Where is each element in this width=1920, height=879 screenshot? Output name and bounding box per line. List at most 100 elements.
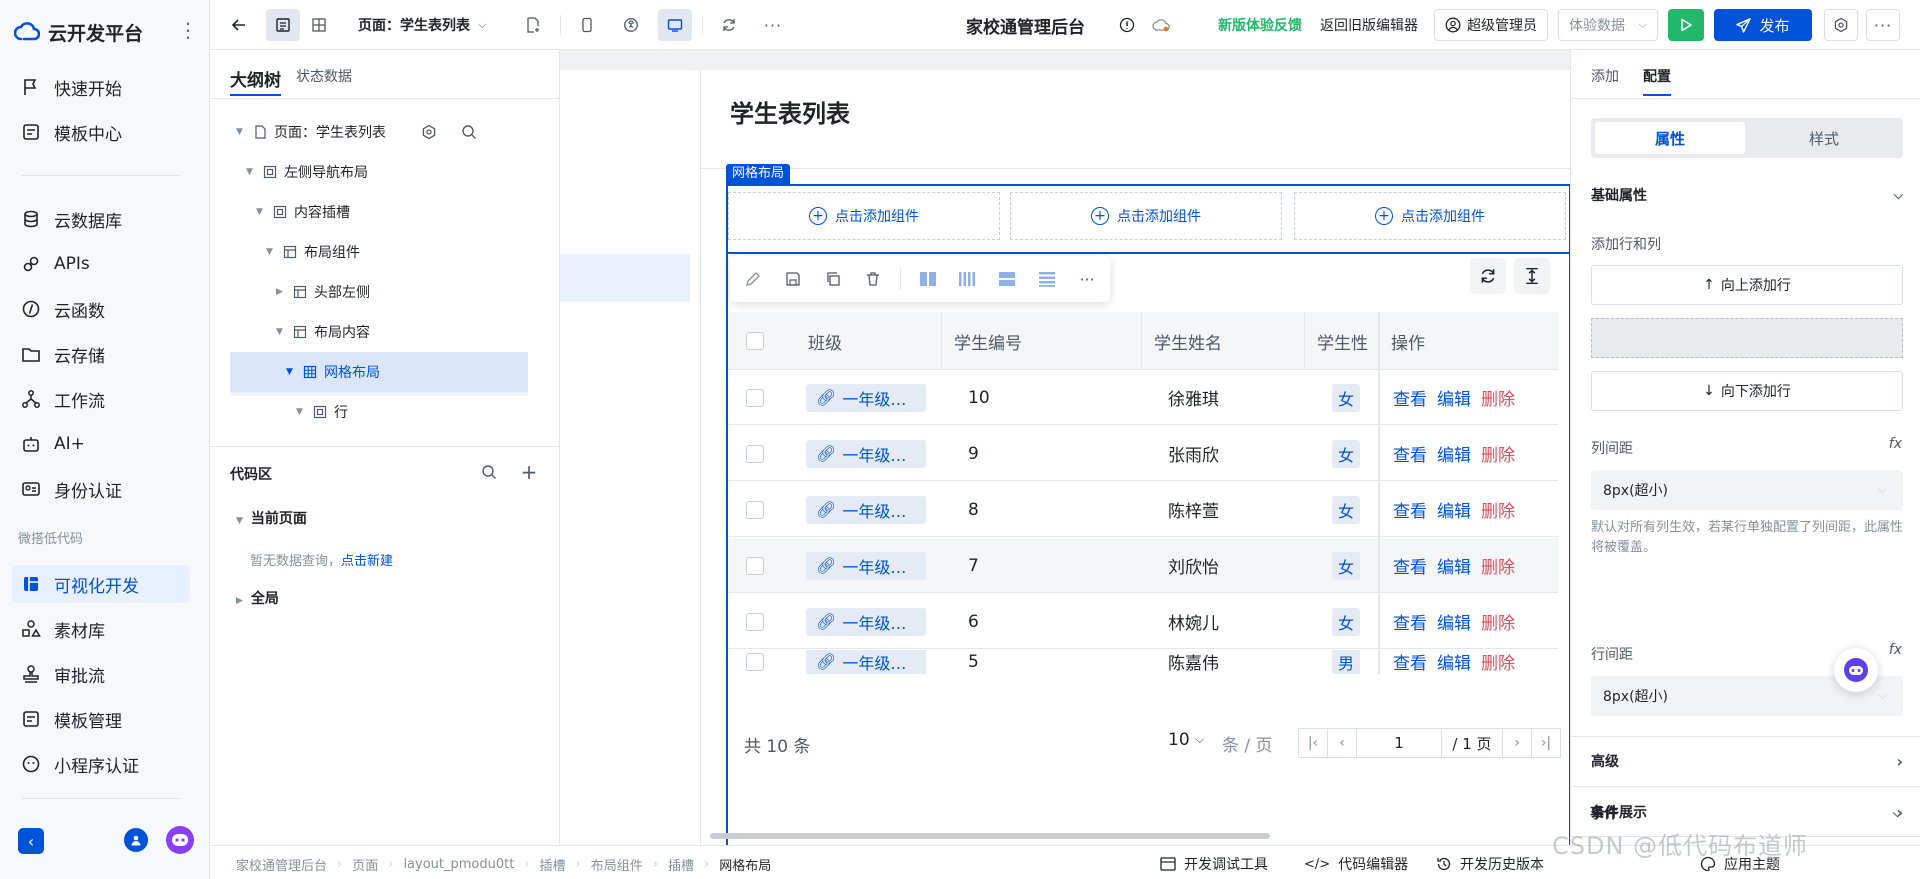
class-link-tag[interactable]: 🔗︎ 一年级… xyxy=(806,551,926,580)
table-density-button[interactable] xyxy=(1514,258,1550,294)
segment-properties[interactable]: 属性 xyxy=(1595,122,1745,154)
breadcrumb-current[interactable]: 网格布局 xyxy=(719,855,771,874)
last-page-button[interactable]: ›| xyxy=(1531,728,1561,758)
table-row[interactable]: 🔗︎ 一年级… 10 徐雅琪 女 查看 编辑 删除 xyxy=(728,370,1558,425)
tree-node-layout-content[interactable]: ▼ 布局内容 xyxy=(276,314,370,350)
edit-button[interactable]: 编辑 xyxy=(1437,609,1471,634)
publish-button[interactable]: 发布 xyxy=(1714,9,1812,41)
select-all-checkbox[interactable] xyxy=(746,312,764,370)
tree-search-button[interactable] xyxy=(452,116,486,148)
preview-button[interactable] xyxy=(1668,9,1704,41)
breadcrumb-item[interactable]: 插槽 xyxy=(668,855,694,874)
nav-item-assets[interactable]: 素材库 xyxy=(12,610,190,648)
horizontal-scrollbar[interactable] xyxy=(710,833,1270,839)
dev-tools-button[interactable]: 开发调试工具 xyxy=(1160,854,1268,874)
page-number-input[interactable]: 1 xyxy=(1356,728,1442,758)
user-avatar[interactable] xyxy=(124,828,148,852)
nav-item-visual-dev[interactable]: 可视化开发 xyxy=(12,565,190,603)
nav-item-template-mgmt[interactable]: 模板管理 xyxy=(12,700,190,738)
tree-node-layout-component[interactable]: ▼ 布局组件 xyxy=(266,234,360,270)
edit-button[interactable]: 编辑 xyxy=(1437,553,1471,578)
floating-assistant-button[interactable] xyxy=(1834,648,1878,692)
tree-node-content-slot[interactable]: ▼ 内容插槽 xyxy=(256,194,350,230)
nav-item-functions[interactable]: 云函数 xyxy=(12,290,190,328)
page-view-button[interactable] xyxy=(266,9,300,41)
section-basic-props[interactable]: 基础属性 ⌵ xyxy=(1591,184,1903,206)
prev-page-button[interactable]: ‹ xyxy=(1327,728,1357,758)
tree-node-left-nav-layout[interactable]: ▼ 左侧导航布局 xyxy=(246,154,368,190)
desktop-view-button[interactable] xyxy=(658,9,692,41)
more-button[interactable]: ··· xyxy=(756,9,790,41)
row-checkbox[interactable] xyxy=(746,538,764,593)
platform-logo[interactable]: 云开发平台 xyxy=(14,14,143,50)
mobile-view-button[interactable] xyxy=(570,9,604,41)
nav-more-icon[interactable]: ⋮ xyxy=(178,20,198,40)
current-page-group[interactable]: ▼ 当前页面 xyxy=(236,508,307,528)
row-checkbox[interactable] xyxy=(746,594,764,649)
page-select[interactable]: 页面：学生表列表 ⌵ xyxy=(358,9,486,41)
column-header-student-id[interactable]: 学生编号 xyxy=(941,312,1121,370)
nav-item-storage[interactable]: 云存储 xyxy=(12,335,190,373)
grid-layout-component[interactable]: + 点击添加组件 + 点击添加组件 + 点击添加组件 ··· 班级 学生编号 学… xyxy=(726,184,1570,845)
global-group[interactable]: ▶ 全局 xyxy=(236,588,279,608)
tab-config[interactable]: 配置 xyxy=(1643,66,1671,96)
collapse-nav-button[interactable]: ‹ xyxy=(18,828,44,854)
tree-node-row[interactable]: ▼ 行 xyxy=(296,394,348,430)
nav-item-apis[interactable]: APIs xyxy=(12,245,190,283)
save-button[interactable] xyxy=(780,266,806,292)
view-button[interactable]: 查看 xyxy=(1393,497,1427,522)
class-link-tag[interactable]: 🔗︎ 一年级… xyxy=(806,495,926,524)
next-page-button[interactable]: › xyxy=(1502,728,1532,758)
function-expression-icon[interactable]: fx xyxy=(1889,436,1902,452)
table-row[interactable]: 🔗︎ 一年级… 6 林婉儿 女 查看 编辑 删除 xyxy=(728,594,1558,649)
edit-button[interactable]: 编辑 xyxy=(1437,650,1471,674)
ai-assistant-button[interactable] xyxy=(166,826,194,854)
breadcrumb-item[interactable]: layout_pmodu0tt xyxy=(403,857,514,872)
page-settings-button[interactable] xyxy=(412,116,446,148)
nav-item-auth[interactable]: 身份认证 xyxy=(12,470,190,508)
selected-component-tag[interactable]: 网格布局 xyxy=(726,164,791,184)
edit-button[interactable]: 编辑 xyxy=(1437,385,1471,410)
segment-style[interactable]: 样式 xyxy=(1749,122,1899,154)
table-row[interactable]: 🔗︎ 一年级… 5 陈嘉伟 男 查看 编辑 删除 xyxy=(728,650,1558,674)
app-info-button[interactable] xyxy=(1110,9,1144,41)
nav-item-ai[interactable]: AI+ xyxy=(12,425,190,463)
delete-button[interactable]: 删除 xyxy=(1481,385,1515,410)
layout-view-button[interactable] xyxy=(302,9,336,41)
create-query-link[interactable]: 点击新建 xyxy=(341,554,393,569)
tree-node-grid-layout[interactable]: ▼ 网格布局 xyxy=(230,352,528,392)
edit-button[interactable]: 编辑 xyxy=(1437,441,1471,466)
delete-button[interactable]: 删除 xyxy=(1481,553,1515,578)
column-header-student-name[interactable]: 学生姓名 xyxy=(1141,312,1291,370)
layout-two-cols-button[interactable] xyxy=(915,266,941,292)
add-component-cell[interactable]: + 点击添加组件 xyxy=(728,192,1000,240)
class-link-tag[interactable]: 🔗︎ 一年级… xyxy=(806,383,926,412)
row-checkbox[interactable] xyxy=(746,482,764,537)
delete-button[interactable]: 删除 xyxy=(1481,650,1515,674)
data-env-select[interactable]: 体验数据 ⌵ xyxy=(1558,9,1658,41)
new-page-button[interactable] xyxy=(516,9,550,41)
breadcrumb-item[interactable]: 插槽 xyxy=(540,855,566,874)
view-button[interactable]: 查看 xyxy=(1393,441,1427,466)
admin-button[interactable]: 超级管理员 xyxy=(1434,9,1548,41)
tab-outline-tree[interactable]: 大纲树 xyxy=(230,66,281,96)
section-events[interactable]: 事件 ⌵ xyxy=(1590,802,1902,824)
nav-item-templates[interactable]: 模板中心 xyxy=(12,113,190,151)
miniprogram-view-button[interactable] xyxy=(614,9,648,41)
delete-button[interactable]: 删除 xyxy=(1481,497,1515,522)
add-row-below-button[interactable]: ↓ 向下添加行 xyxy=(1591,371,1903,411)
table-refresh-button[interactable] xyxy=(1470,258,1506,294)
layout-four-cols-button[interactable] xyxy=(954,266,980,292)
row-checkbox[interactable] xyxy=(746,650,764,674)
view-button[interactable]: 查看 xyxy=(1393,650,1427,674)
row-checkbox[interactable] xyxy=(746,370,764,425)
tab-state-data[interactable]: 状态数据 xyxy=(296,66,352,86)
tree-node-page[interactable]: ▼ 页面：学生表列表 xyxy=(236,114,386,150)
table-row[interactable]: 🔗︎ 一年级… 8 陈梓萱 女 查看 编辑 删除 xyxy=(728,482,1558,537)
nav-item-workflow[interactable]: 工作流 xyxy=(12,380,190,418)
copy-button[interactable] xyxy=(820,266,846,292)
settings-button[interactable] xyxy=(1824,9,1858,41)
page-size-select[interactable]: 10 ⌵ xyxy=(1168,730,1204,750)
table-row[interactable]: 🔗︎ 一年级… 7 刘欣怡 女 查看 编辑 删除 xyxy=(728,538,1558,593)
table-row[interactable]: 🔗︎ 一年级… 9 张雨欣 女 查看 编辑 删除 xyxy=(728,426,1558,481)
